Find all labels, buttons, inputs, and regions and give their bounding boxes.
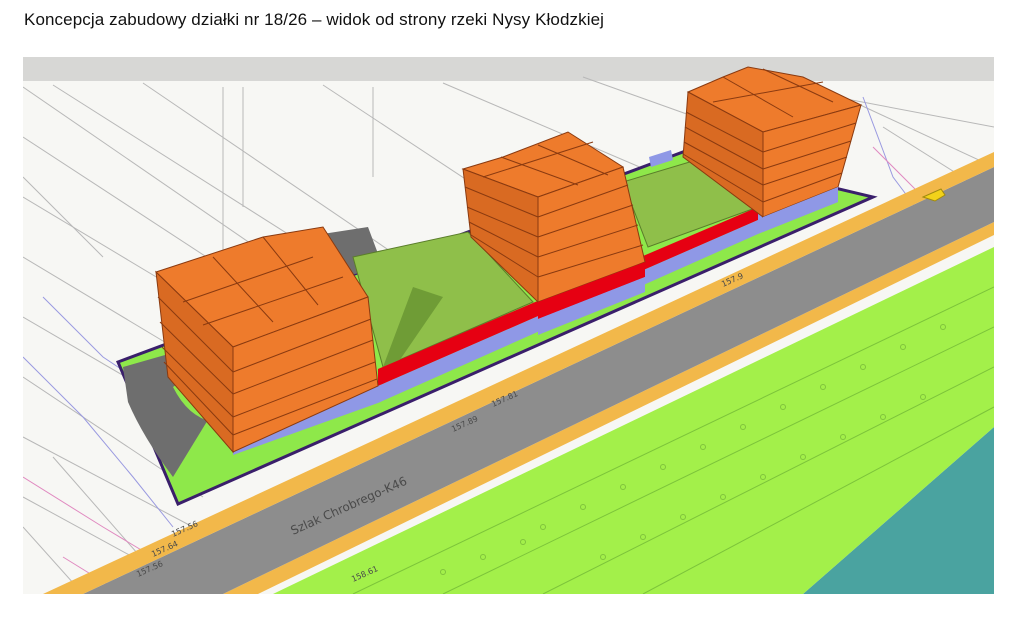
page-title: Koncepcja zabudowy działki nr 18/26 – wi… (24, 10, 605, 29)
sky-band (23, 57, 994, 81)
site-plan-3d-view: Szlak Chrobrego-K46 157.56 157.64 157.56… (23, 57, 994, 594)
site-plan-svg: Szlak Chrobrego-K46 157.56 157.64 157.56… (23, 57, 994, 594)
